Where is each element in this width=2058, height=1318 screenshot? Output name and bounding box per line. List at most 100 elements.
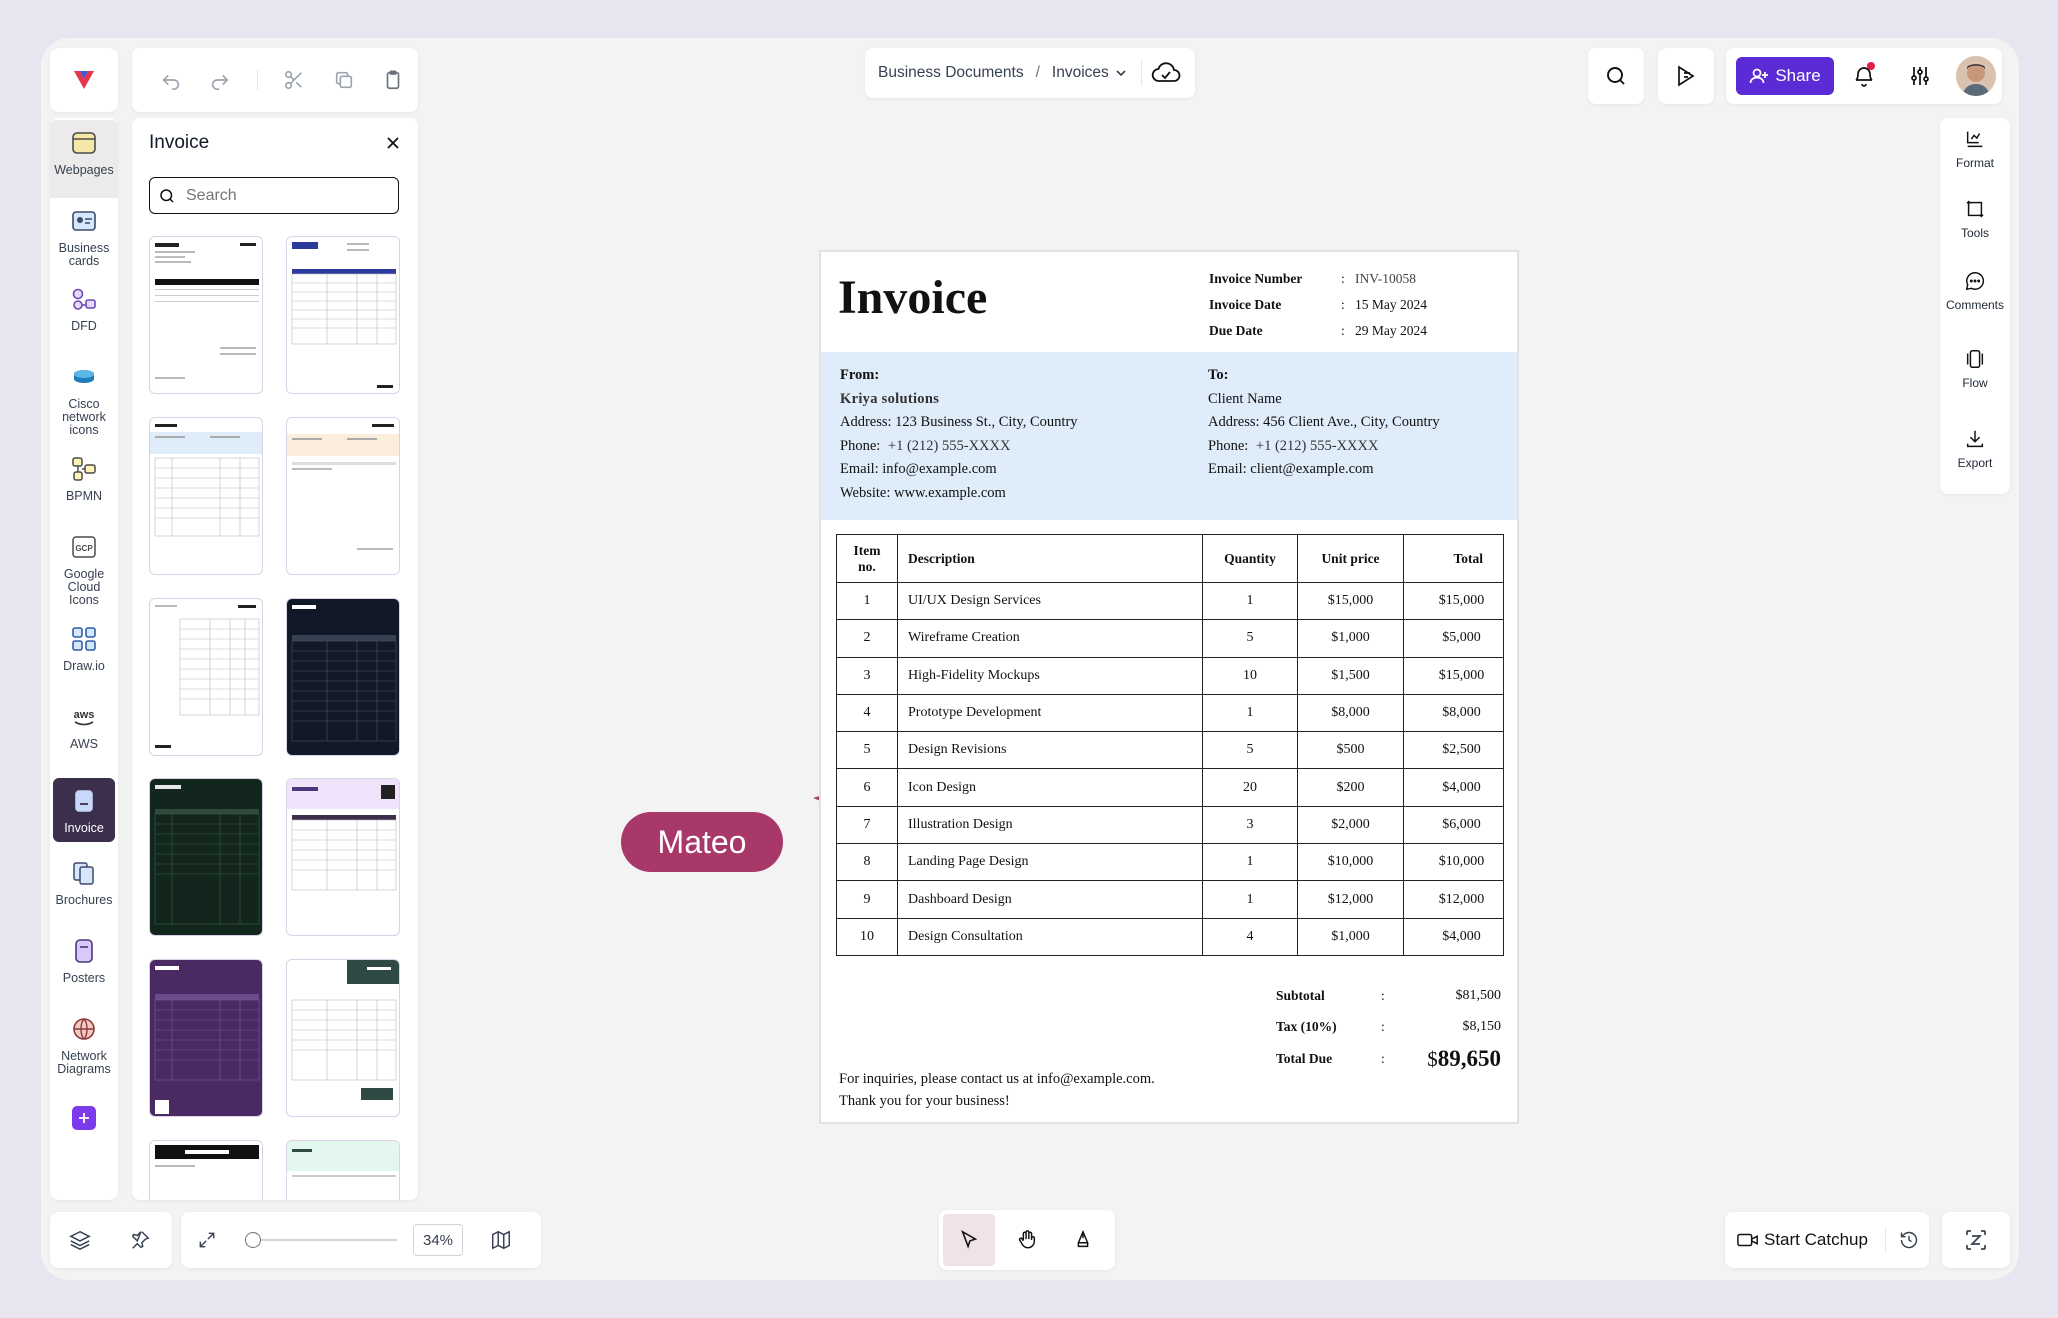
meta-value: 29 May 2024 [1355, 323, 1427, 338]
cell-item-no: 4 [836, 693, 898, 733]
template-thumbnail[interactable] [149, 236, 263, 394]
notifications-button[interactable] [1848, 60, 1880, 92]
meta-sep: : [1341, 297, 1345, 312]
format-tool[interactable]: Format [1940, 128, 2010, 190]
category-label: Invoice [64, 821, 104, 835]
zoom-slider-handle[interactable] [245, 1232, 261, 1248]
category-sidebar: Webpages Business cards DFD Cisco networ… [50, 118, 118, 1200]
zoom-slider[interactable] [245, 1232, 397, 1248]
zoom-level[interactable]: 34% [413, 1224, 463, 1256]
cell-item-no: 3 [836, 656, 898, 695]
col-description: Description [897, 534, 1203, 583]
share-button[interactable]: Share [1736, 57, 1834, 95]
invoice-document[interactable]: Invoice Invoice Number: INV-10058 Invoice… [819, 250, 1519, 1124]
pin-button[interactable] [120, 1220, 160, 1260]
present-button[interactable] [1658, 48, 1714, 104]
comments-tool[interactable]: Comments [1940, 270, 2010, 332]
bottom-left-controls [50, 1212, 172, 1268]
category-business-cards[interactable]: Business cards [50, 198, 118, 276]
tool-label: Flow [1962, 376, 1988, 390]
phone-value: +1 (212) 555-XXXX [1255, 437, 1379, 454]
template-thumbnail[interactable] [286, 959, 400, 1117]
template-thumbnail[interactable] [149, 598, 263, 756]
table-row: 2 Wireframe Creation 5 $1,000 $5,000 [836, 619, 1504, 658]
fit-screen-button[interactable] [187, 1220, 227, 1260]
breadcrumb-root[interactable]: Business Documents [878, 64, 1024, 82]
history-button[interactable] [1891, 1222, 1927, 1258]
cell-total: $4,000 [1403, 917, 1504, 956]
flow-tool[interactable]: Flow [1940, 348, 2010, 410]
category-dfd[interactable]: DFD [50, 276, 118, 354]
meta-row: Due Date:29 May 2024 [1209, 318, 1427, 344]
meta-value: INV-10058 [1355, 271, 1417, 286]
footer-line-1: For inquiries, please contact us at info… [839, 1071, 1155, 1087]
template-thumbnail[interactable] [286, 417, 400, 575]
chevron-down-icon[interactable] [1115, 67, 1127, 79]
cell-total: $15,000 [1403, 656, 1504, 695]
copy-icon[interactable] [319, 60, 368, 100]
cell-quantity: 4 [1202, 917, 1298, 956]
breadcrumb-separator: / [1035, 64, 1040, 81]
template-thumbnail[interactable] [149, 778, 263, 936]
category-brochures[interactable]: Brochures [50, 850, 118, 928]
add-category-button[interactable] [72, 1106, 96, 1130]
template-thumbnail[interactable] [286, 236, 400, 394]
category-webpages[interactable]: Webpages [50, 120, 118, 198]
template-thumbnail[interactable] [286, 1140, 400, 1200]
category-google-cloud[interactable]: GCP Google Cloud Icons [50, 524, 118, 616]
paste-icon[interactable] [369, 60, 418, 100]
category-invoice[interactable]: Invoice [53, 778, 115, 842]
breadcrumb-current[interactable]: Invoices [1052, 64, 1109, 82]
template-thumbnail[interactable] [286, 778, 400, 936]
meta-row: Invoice Number: INV-10058 [1209, 266, 1427, 292]
cell-total: $5,000 [1403, 619, 1504, 658]
collaborator-cursor: Mateo [621, 786, 851, 876]
cell-quantity: 1 [1202, 880, 1298, 919]
catchup-label: Start Catchup [1764, 1230, 1868, 1249]
cell-item-no: 8 [836, 843, 898, 882]
category-network-diagrams[interactable]: Network Diagrams [50, 1006, 118, 1098]
bpmn-icon [69, 454, 99, 484]
category-label: Webpages [54, 163, 114, 177]
undo-icon[interactable] [146, 60, 195, 100]
search-button[interactable] [1588, 48, 1644, 104]
pen-icon [1077, 1229, 1089, 1248]
catchup-divider [1885, 1228, 1886, 1252]
start-catchup-button[interactable]: Start Catchup [1737, 1222, 1868, 1258]
app-logo[interactable] [50, 48, 118, 112]
template-thumbnail[interactable] [149, 959, 263, 1117]
pan-tool[interactable] [1001, 1214, 1053, 1266]
cloud-sync-icon[interactable] [1151, 61, 1181, 85]
category-cisco[interactable]: Cisco network icons [50, 354, 118, 446]
template-thumbnail[interactable] [286, 598, 400, 756]
ai-assistant-button[interactable] [1942, 1212, 2010, 1268]
template-thumbnail[interactable] [149, 417, 263, 575]
category-bpmn[interactable]: BPMN [50, 446, 118, 524]
gcp-icon: GCP [69, 532, 99, 562]
export-tool[interactable]: Export [1940, 428, 2010, 490]
table-body: 1 UI/UX Design Services 1 $15,000 $15,000 2 Wi… [836, 581, 1504, 956]
redo-icon[interactable] [195, 60, 244, 100]
tools-tool[interactable]: Tools [1940, 198, 2010, 260]
cell-total: $10,000 [1403, 843, 1504, 882]
settings-button[interactable] [1904, 60, 1936, 92]
to-address: Address: 456 Client Ave., City, Country [1208, 414, 1440, 430]
layers-button[interactable] [60, 1220, 100, 1260]
collaborator-name-tag: Mateo [621, 812, 783, 872]
table-row: 4 Prototype Development 1 $8,000 $8,000 [836, 693, 1504, 733]
canvas-tools [939, 1210, 1115, 1270]
minimap-button[interactable] [481, 1220, 521, 1260]
category-drawio[interactable]: Draw.io [50, 616, 118, 694]
footer-note: For inquiries, please contact us at info… [839, 1068, 1155, 1112]
pen-tool[interactable] [1057, 1214, 1109, 1266]
template-thumbnail[interactable] [149, 1140, 263, 1200]
col-unit-price: Unit price [1297, 534, 1404, 583]
cell-description: Icon Design [897, 768, 1203, 807]
avatar[interactable] [1956, 56, 1996, 96]
tool-label: Tools [1960, 226, 1989, 240]
select-tool[interactable] [943, 1214, 995, 1266]
category-posters[interactable]: Posters [50, 928, 118, 1006]
cell-total: $6,000 [1403, 805, 1504, 845]
category-aws[interactable]: aws AWS [50, 694, 118, 772]
cut-icon[interactable] [270, 60, 319, 100]
